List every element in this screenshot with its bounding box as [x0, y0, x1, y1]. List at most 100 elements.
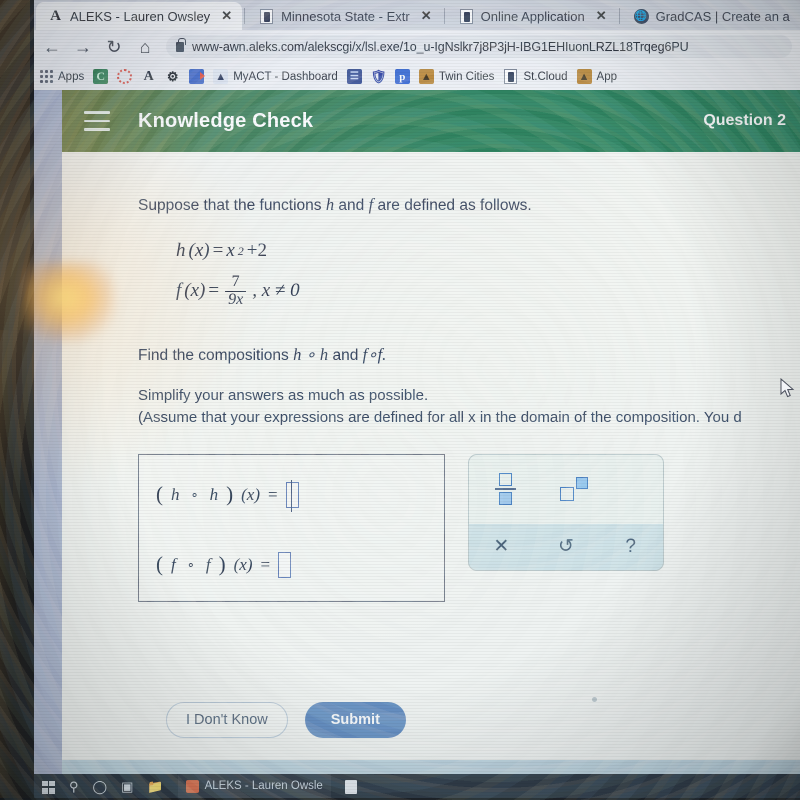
find-text-mid: and	[328, 346, 363, 364]
composition-operator-icon: ∘	[186, 556, 195, 572]
reload-icon[interactable]: ↻	[104, 38, 124, 56]
document-icon	[503, 69, 518, 84]
bookmark-app[interactable]: ▲ App	[576, 69, 618, 84]
h-plus-term: +2	[246, 240, 267, 262]
windows-taskbar: ⚲ ◯ ▣ 📁 ALEKS - Lauren Owsle	[34, 774, 800, 800]
composition-h-h: h ∘ h	[293, 344, 329, 364]
answer-arg: (x)	[233, 554, 253, 574]
hamburger-menu-icon[interactable]	[84, 111, 110, 131]
folder-icon[interactable]: 📁	[147, 779, 163, 795]
answer-row-fof: (f ∘ f) (x) =	[156, 551, 444, 578]
browser-tab-gradcas[interactable]: 🌐 GradCAS | Create an a	[622, 2, 800, 30]
problem-intro: Suppose that the functions h and f are d…	[138, 192, 800, 218]
bookmark-label: St.Cloud	[523, 70, 568, 83]
f-argument: (x)	[184, 280, 206, 302]
tab-title: GradCAS | Create an a	[655, 8, 790, 24]
address-bar[interactable]: www-awn.aleks.com/alekscgi/x/lsl.exe/1o_…	[166, 35, 792, 58]
composition-operator-icon: ∘	[190, 486, 199, 502]
answer-fn1: h	[171, 484, 180, 504]
answer-input-hoh[interactable]	[285, 479, 299, 512]
blue-page-icon[interactable]: ☰	[346, 69, 362, 84]
simplify-instruction: Simplify your answers as much as possibl…	[138, 386, 429, 404]
tab-title: ALEKS - Lauren Owsley	[70, 8, 211, 24]
fraction-icon[interactable]	[495, 473, 516, 506]
chrome-browser-window: A ALEKS - Lauren Owsley ✕ Minnesota Stat…	[34, 0, 800, 774]
answer-row-hoh: (h ∘ h) (x) =	[156, 479, 444, 512]
answer-input-fof[interactable]	[278, 551, 292, 578]
video-camera-icon[interactable]	[189, 69, 206, 84]
page-indicator-dot	[592, 697, 597, 702]
h-base: x	[226, 240, 235, 262]
bookmark-myact[interactable]: ▲ MyACT - Dashboard	[213, 69, 338, 84]
submit-button[interactable]: Submit	[304, 702, 406, 738]
bookmark-label: Twin Cities	[438, 70, 495, 83]
h-argument: (x)	[188, 240, 210, 262]
tab-title: Minnesota State - Extr	[281, 8, 410, 24]
canvas-icon[interactable]: C	[93, 69, 109, 84]
forward-icon[interactable]: →	[73, 38, 93, 56]
function-h-symbol: h	[325, 195, 335, 214]
bookmark-apps[interactable]: Apps	[40, 70, 84, 83]
start-icon[interactable]	[42, 780, 55, 794]
exponent-icon[interactable]	[560, 477, 588, 502]
clear-icon[interactable]: ✕	[469, 535, 534, 558]
answer-fn1: f	[171, 554, 176, 574]
cortana-icon[interactable]: ◯	[93, 779, 108, 795]
definition-f: f (x) = 7 9x , x ≠ 0	[176, 273, 800, 309]
tab-close-icon[interactable]: ✕	[596, 8, 607, 24]
intro-text-pre: Suppose that the functions	[138, 197, 326, 214]
help-icon[interactable]: ?	[598, 536, 663, 558]
tab-close-icon[interactable]: ✕	[421, 8, 432, 24]
paper-p-icon[interactable]: p	[394, 69, 410, 84]
paren-open: (	[156, 552, 163, 577]
document-icon[interactable]	[344, 780, 357, 794]
shield-icon[interactable]: 🛡	[370, 69, 387, 84]
browser-tab-aleks[interactable]: A ALEKS - Lauren Owsley ✕	[36, 2, 243, 30]
browser-tab-online-application[interactable]: Online Application ✕	[447, 2, 617, 30]
dotted-circle-icon[interactable]	[117, 69, 133, 84]
question-number-label: Question 2	[703, 112, 786, 129]
bookmark-twin-cities[interactable]: ▲ Twin Cities	[418, 69, 495, 84]
gopher-icon: ▲	[418, 69, 434, 84]
f-domain-restriction: , x ≠ 0	[252, 280, 300, 302]
monitor-bezel-warm-region	[0, 0, 30, 330]
myact-icon: ▲	[213, 69, 229, 84]
math-keypad-palette: ✕ ↺ ?	[468, 453, 664, 571]
search-icon[interactable]: ⚲	[69, 779, 79, 795]
find-instruction: Find the compositions h ∘ h and f∘f.	[138, 345, 800, 365]
letter-a-icon[interactable]: A	[141, 69, 156, 84]
bookmark-label: Apps	[58, 70, 85, 83]
composition-f-f: f∘f.	[362, 344, 387, 364]
document-icon	[259, 8, 274, 24]
url-text: www-awn.aleks.com/alekscgi/x/lsl.exe/1o_…	[192, 39, 689, 54]
answer-and-palette-row: (h ∘ h) (x) = (f ∘ f) (x) = ✕ ↺ ?	[138, 453, 800, 602]
back-icon[interactable]: ←	[42, 38, 62, 56]
answer-equals: =	[260, 554, 271, 574]
home-icon[interactable]: ⌂	[135, 38, 155, 56]
palette-symbol-row	[469, 455, 663, 524]
aleks-header-bar: Knowledge Check Question 2	[62, 90, 800, 152]
dont-know-button[interactable]: I Don't Know	[166, 702, 288, 738]
footer-button-group: I Don't Know Submit	[166, 702, 406, 738]
bookmark-label: MyACT - Dashboard	[233, 70, 338, 83]
f-equals: =	[208, 280, 220, 302]
document-icon	[459, 8, 474, 24]
taskbar-window-aleks[interactable]: ALEKS - Lauren Owsle	[177, 774, 331, 800]
definition-h: h (x) = x 2 +2	[176, 240, 800, 262]
answer-equals: =	[268, 484, 278, 504]
aleks-icon: A	[50, 7, 61, 24]
task-view-icon[interactable]: ▣	[121, 779, 133, 795]
gear-icon[interactable]: ⚙	[165, 69, 180, 84]
browser-tab-minnesota-state[interactable]: Minnesota State - Extr ✕	[247, 2, 442, 30]
answer-fn2: h	[209, 484, 219, 504]
browser-tab-strip: A ALEKS - Lauren Owsley ✕ Minnesota Stat…	[34, 0, 800, 30]
f-name: f	[176, 280, 182, 302]
bookmark-label: App	[596, 70, 618, 83]
intro-text-post: are defined as follows.	[373, 197, 532, 214]
tab-close-icon[interactable]: ✕	[221, 8, 232, 24]
intro-text-mid: and	[334, 197, 369, 214]
h-name: h	[176, 240, 186, 262]
bookmark-stcloud[interactable]: St.Cloud	[503, 69, 568, 84]
screen-photograph: A ALEKS - Lauren Owsley ✕ Minnesota Stat…	[0, 0, 800, 800]
undo-icon[interactable]: ↺	[534, 535, 599, 558]
